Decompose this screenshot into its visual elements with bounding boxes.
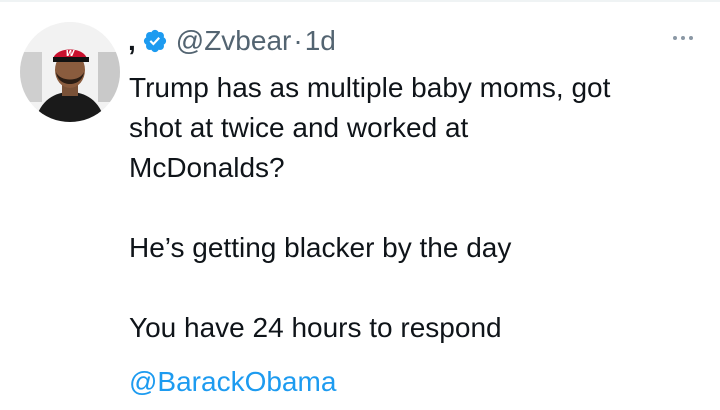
user-handle[interactable]: @Zvbear <box>176 24 292 58</box>
more-options-icon[interactable] <box>668 28 698 48</box>
verified-badge-icon <box>142 28 168 54</box>
display-name[interactable]: , <box>128 24 136 58</box>
tweet-timestamp[interactable]: 1d <box>305 24 336 58</box>
header-separator: · <box>293 25 303 56</box>
avatar-image: W <box>20 22 120 122</box>
top-divider <box>0 0 720 2</box>
mention-link[interactable]: @BarackObama <box>129 362 336 402</box>
tweet-header: , @Zvbear · 1d <box>128 24 336 58</box>
avatar[interactable]: W <box>20 22 120 122</box>
tweet-text: Trump has as multiple baby moms, got sho… <box>129 72 611 343</box>
svg-text:W: W <box>66 49 76 58</box>
